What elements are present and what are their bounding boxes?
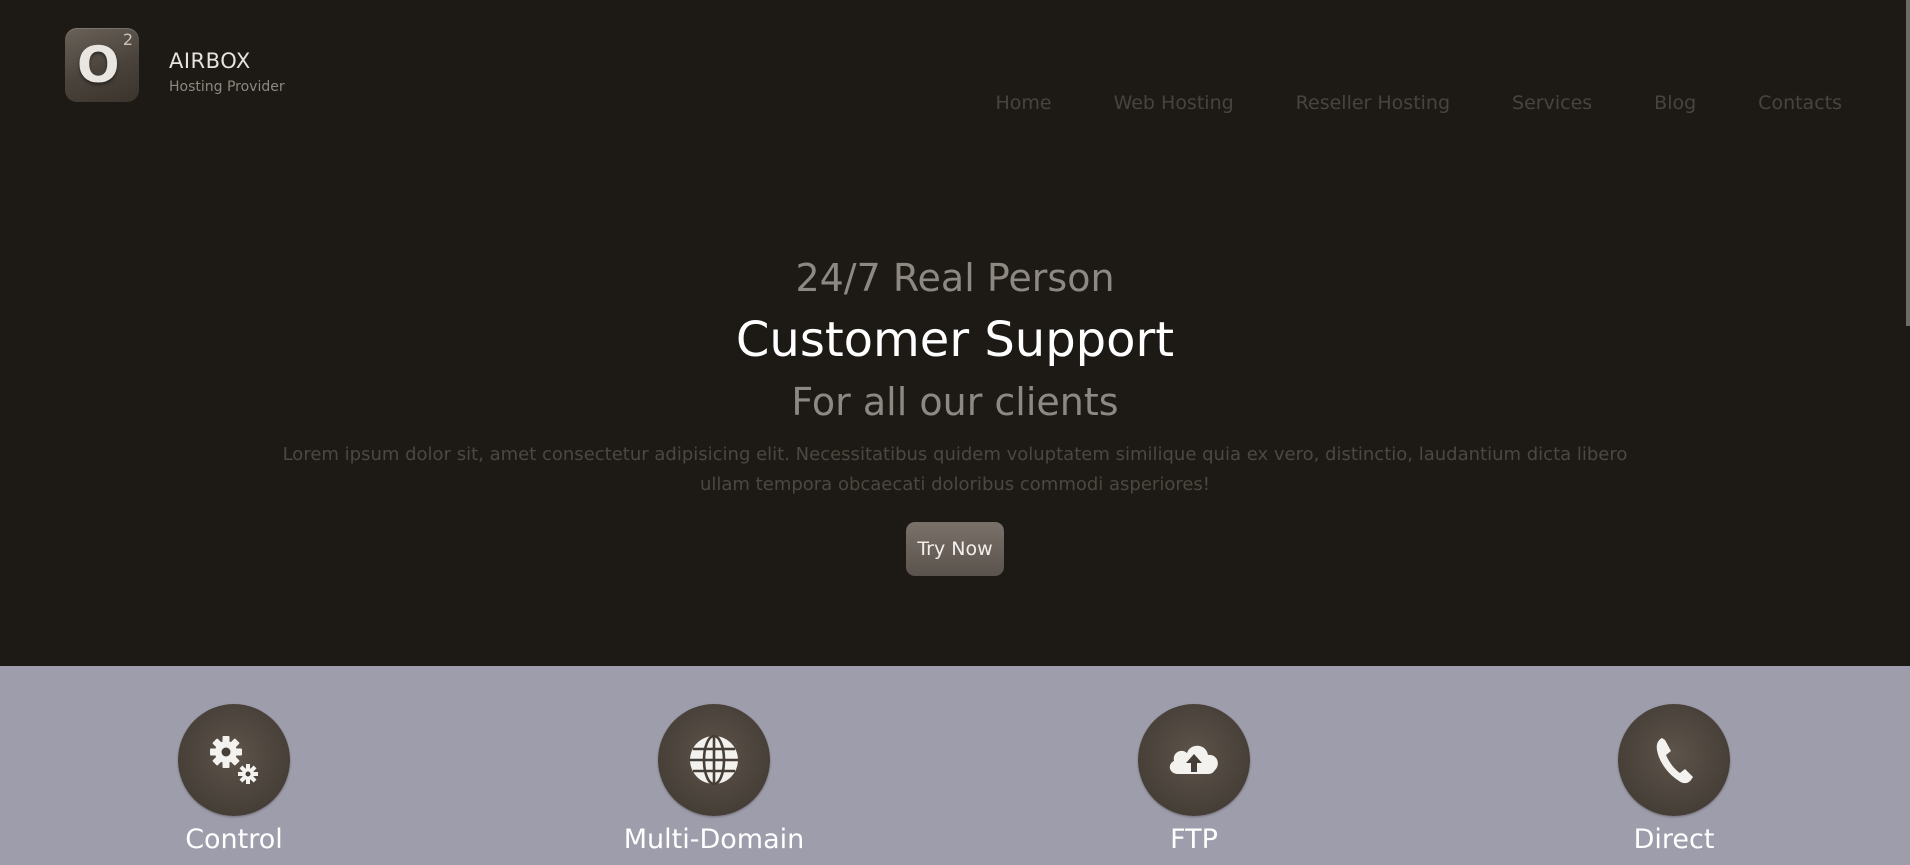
feature-ftp[interactable]: FTP xyxy=(1064,704,1324,858)
globe-icon xyxy=(658,704,770,816)
feature-title: Control xyxy=(185,824,283,855)
nav-item-services[interactable]: Services xyxy=(1512,92,1592,114)
site-header: O 2 AIRBOX Hosting Provider Home Web Hos… xyxy=(0,0,1910,140)
feature-direct[interactable]: Direct xyxy=(1544,704,1804,858)
hero-heading-line1: 24/7 Real Person xyxy=(795,256,1115,300)
nav-item-web-hosting[interactable]: Web Hosting xyxy=(1114,92,1234,114)
logo[interactable]: O 2 xyxy=(65,28,139,102)
features-band: Control Multi-Domain FTP Direct xyxy=(0,666,1910,865)
gears-icon xyxy=(178,704,290,816)
main-nav: Home Web Hosting Reseller Hosting Servic… xyxy=(933,92,1842,114)
brand-tagline: Hosting Provider xyxy=(169,79,285,95)
feature-title: Multi-Domain xyxy=(623,824,805,855)
hero-section: 24/7 Real Person Customer Support For al… xyxy=(0,250,1910,576)
feature-title: Direct xyxy=(1633,824,1715,855)
nav-item-contacts[interactable]: Contacts xyxy=(1758,92,1842,114)
logo-letter: O xyxy=(77,36,120,94)
nav-item-reseller-hosting[interactable]: Reseller Hosting xyxy=(1296,92,1450,114)
logo-superscript: 2 xyxy=(122,30,133,49)
feature-multi-domain[interactable]: Multi-Domain xyxy=(584,704,844,858)
phone-icon xyxy=(1618,704,1730,816)
feature-title: FTP xyxy=(1170,824,1218,855)
try-now-button[interactable]: Try Now xyxy=(906,522,1004,576)
cloud-upload-icon xyxy=(1138,704,1250,816)
nav-item-blog[interactable]: Blog xyxy=(1654,92,1696,114)
feature-control[interactable]: Control xyxy=(104,704,364,858)
hero-heading: Customer Support xyxy=(735,312,1175,368)
hero-heading-line3: For all our clients xyxy=(791,380,1119,424)
brand-name[interactable]: AIRBOX xyxy=(169,49,251,73)
hero-description: Lorem ipsum dolor sit, amet consectetur … xyxy=(282,444,1628,495)
nav-item-home[interactable]: Home xyxy=(995,92,1051,114)
